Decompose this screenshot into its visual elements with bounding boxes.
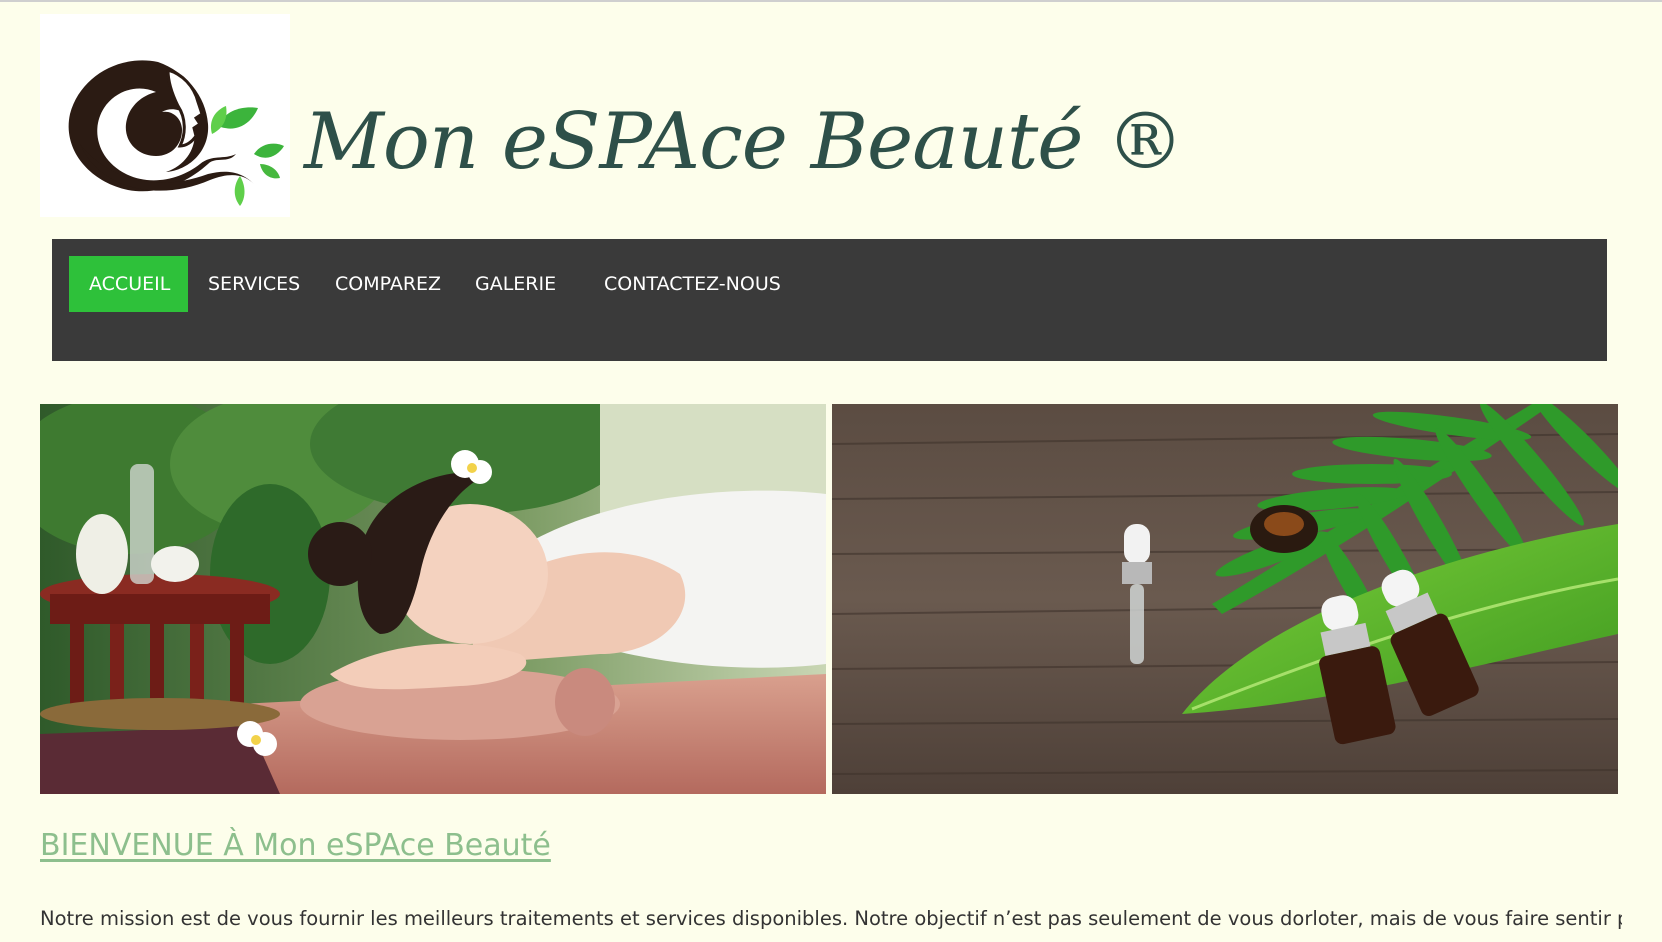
hero-image-spa-massage bbox=[40, 404, 826, 794]
nav-item-services[interactable]: SERVICES bbox=[188, 256, 320, 312]
spa-massage-photo-icon bbox=[40, 404, 826, 794]
site-logo[interactable] bbox=[40, 14, 290, 217]
nav-item-comparez[interactable]: COMPAREZ bbox=[315, 256, 461, 312]
nav-item-contactez-nous[interactable]: CONTACTEZ-NOUS bbox=[584, 256, 801, 312]
nav-item-accueil[interactable]: ACCUEIL bbox=[69, 256, 188, 312]
nav-item-galerie[interactable]: GALERIE bbox=[455, 256, 576, 312]
top-border bbox=[0, 0, 1662, 2]
hero-image-essential-oils bbox=[832, 404, 1618, 794]
main-navbar: ACCUEIL SERVICES COMPAREZ GALERIE CONTAC… bbox=[52, 239, 1607, 361]
woman-silhouette-leaves-icon bbox=[68, 60, 284, 206]
mission-paragraph: Notre mission est de vous fournir les me… bbox=[40, 907, 1622, 930]
site-title: Mon eSPAce Beauté ® bbox=[304, 97, 1184, 187]
welcome-heading-link[interactable]: BIENVENUE À Mon eSPAce Beauté bbox=[40, 828, 551, 863]
essential-oils-photo-icon bbox=[832, 404, 1618, 794]
